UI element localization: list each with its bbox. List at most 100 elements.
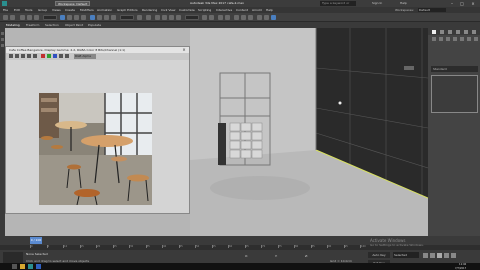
trackbar-tick-label: 35 [146, 245, 150, 248]
filter-icon[interactable] [1, 44, 4, 47]
auto-key-button[interactable]: Auto Key [368, 252, 390, 258]
main-toolbar [0, 13, 480, 22]
utilities-tab-icon[interactable] [472, 30, 476, 34]
rotate-icon[interactable] [97, 15, 102, 20]
curve-editor-icon[interactable] [234, 15, 239, 20]
unlink-icon[interactable] [27, 15, 32, 20]
material-editor-icon[interactable] [248, 15, 253, 20]
pivot-center-icon[interactable] [137, 15, 142, 20]
bind-space-warp-icon[interactable] [34, 15, 39, 20]
trackbar-tick-label: 55 [212, 245, 216, 248]
save-image-icon[interactable] [9, 54, 13, 58]
render-production-icon[interactable] [271, 15, 276, 20]
help-link[interactable]: Help [400, 0, 407, 7]
display-tab-icon[interactable] [464, 30, 468, 34]
motion-tab-icon[interactable] [456, 30, 460, 34]
geometry-icon[interactable] [432, 37, 436, 41]
sign-in-link[interactable]: Sign In [372, 0, 382, 7]
redo-icon[interactable] [10, 15, 15, 20]
reference-coordinate-dropdown[interactable] [120, 15, 134, 20]
snaps-toggle-icon[interactable] [155, 15, 160, 20]
key-filter-dropdown[interactable]: Selected [393, 252, 419, 258]
placement-icon[interactable] [111, 15, 116, 20]
windows-start-icon[interactable] [2, 264, 7, 269]
ribbon-toggle-icon[interactable] [225, 15, 230, 20]
spinner-snap-icon[interactable] [176, 15, 181, 20]
time-slider[interactable]: 0 / 100 [30, 237, 42, 244]
scene-explorer-icon[interactable] [1, 32, 4, 35]
browser-icon[interactable] [36, 264, 41, 269]
rendered-frame-window-icon[interactable] [264, 15, 269, 20]
layer-icon[interactable] [1, 38, 4, 41]
create-tab-icon[interactable] [432, 30, 436, 34]
create-category-bar [428, 35, 480, 43]
systems-icon[interactable] [474, 37, 478, 41]
search-icon[interactable] [12, 264, 17, 269]
object-type-dropdown[interactable]: Standard [431, 66, 478, 72]
trackbar-tick-label: 0 [31, 245, 33, 248]
green-channel-icon[interactable] [47, 54, 51, 58]
angle-snap-icon[interactable] [162, 15, 167, 20]
window-crossing-icon[interactable] [81, 15, 86, 20]
layer-explorer-icon[interactable] [218, 15, 223, 20]
watermark-line-2: Go to Settings to activate Windows. [370, 243, 424, 247]
channel-dropdown[interactable]: RGB Alpha [74, 54, 96, 59]
scale-icon[interactable] [104, 15, 109, 20]
helpers-icon[interactable] [460, 37, 464, 41]
trackbar-tick-label: 25 [113, 245, 117, 248]
workspaces-dropdown[interactable]: Default [418, 8, 446, 12]
search-input[interactable]: Type a keyword or phrase [320, 1, 356, 10]
command-panel: Standard [428, 28, 480, 236]
named-selection-dropdown[interactable] [185, 15, 199, 20]
hierarchy-tab-icon[interactable] [448, 30, 452, 34]
next-frame-icon[interactable] [444, 253, 449, 258]
space-warps-icon[interactable] [467, 37, 471, 41]
monochrome-icon[interactable] [65, 54, 69, 58]
selection-filter-dropdown[interactable] [43, 15, 57, 20]
maximize-icon[interactable]: □ [458, 0, 466, 7]
red-channel-icon[interactable] [41, 54, 45, 58]
select-object-icon[interactable] [60, 15, 65, 20]
cameras-icon[interactable] [453, 37, 457, 41]
print-image-icon[interactable] [27, 54, 31, 58]
lights-icon[interactable] [446, 37, 450, 41]
render-setup-icon[interactable] [257, 15, 262, 20]
frame-image-area [6, 60, 189, 213]
trackbar-tick-label: 50 [196, 245, 200, 248]
copy-image-icon[interactable] [15, 54, 19, 58]
undo-icon[interactable] [3, 15, 8, 20]
schematic-view-icon[interactable] [241, 15, 246, 20]
workspace-selector[interactable]: Workspace: Default [55, 1, 91, 6]
cafe-photo-image [39, 93, 152, 205]
app-window: Workspace: Default Autodesk 3ds Max 2017… [0, 0, 480, 270]
x-coord-label: X: [245, 254, 249, 258]
alpha-channel-icon[interactable] [59, 54, 63, 58]
rectangle-selection-icon[interactable] [74, 15, 79, 20]
clone-frame-icon[interactable] [21, 54, 25, 58]
minimize-icon[interactable]: – [448, 0, 456, 7]
perspective-viewport[interactable] [190, 28, 428, 236]
trackbar-tick-label: 5 [47, 245, 50, 248]
clear-image-icon[interactable] [33, 54, 37, 58]
keyboard-shortcut-icon[interactable] [146, 15, 151, 20]
blue-channel-icon[interactable] [53, 54, 57, 58]
align-icon[interactable] [209, 15, 214, 20]
move-icon[interactable] [90, 15, 95, 20]
app-logo-icon[interactable] [2, 1, 7, 6]
3ds-max-taskbar-icon[interactable] [28, 264, 33, 269]
play-icon[interactable] [437, 253, 442, 258]
go-to-end-icon[interactable] [451, 253, 456, 258]
taskbar-clock[interactable]: 11:40 7/7/2017 [455, 263, 466, 270]
trackbar-tick-label: 45 [179, 245, 183, 248]
go-to-start-icon[interactable] [423, 253, 428, 258]
trackbar-tick-label: 30 [130, 245, 134, 248]
mirror-icon[interactable] [202, 15, 207, 20]
link-icon[interactable] [20, 15, 25, 20]
select-by-name-icon[interactable] [67, 15, 72, 20]
percent-snap-icon[interactable] [169, 15, 174, 20]
previous-frame-icon[interactable] [430, 253, 435, 258]
shapes-icon[interactable] [439, 37, 443, 41]
modify-tab-icon[interactable] [440, 30, 444, 34]
file-explorer-icon[interactable] [20, 264, 25, 269]
close-icon[interactable]: × [469, 0, 477, 7]
